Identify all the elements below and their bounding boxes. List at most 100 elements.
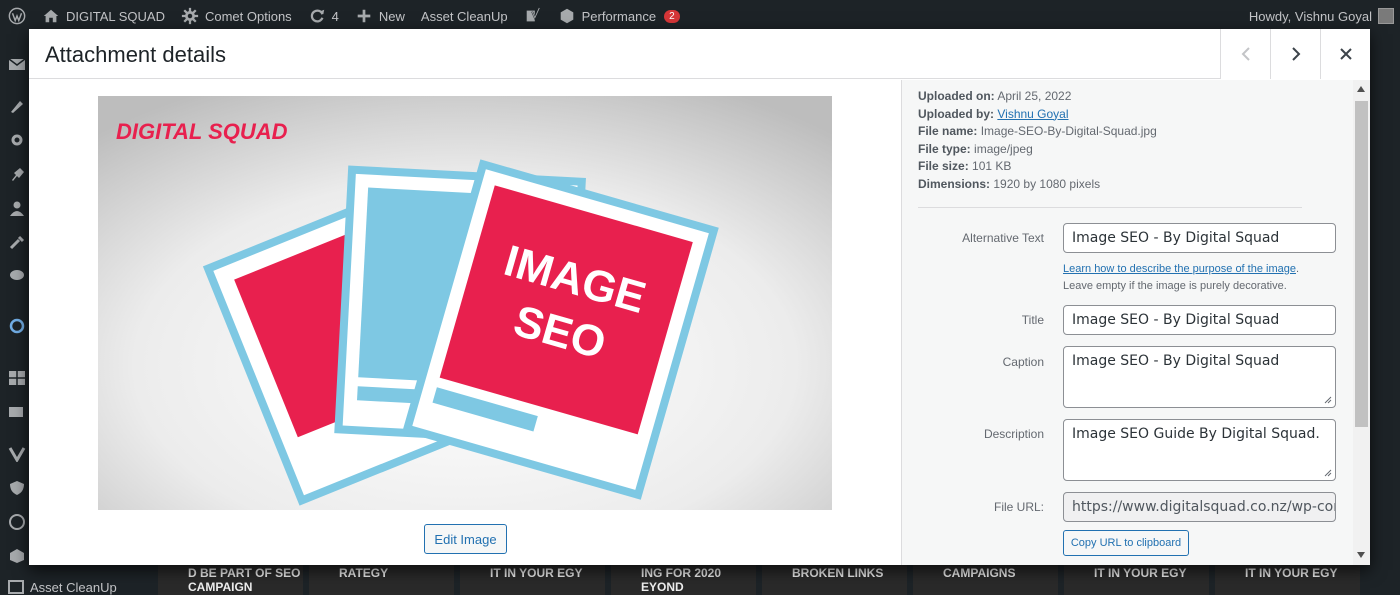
new-content-link[interactable]: New bbox=[347, 0, 413, 32]
media-library-background: D BE PART OF SEO CAMPAIGN RATEGY IT IN Y… bbox=[158, 565, 1400, 595]
comments-icon[interactable] bbox=[8, 268, 26, 284]
media-thumbnail: IT IN YOUR EGY bbox=[1215, 565, 1360, 595]
chevron-left-icon bbox=[1241, 47, 1250, 61]
copy-url-button[interactable]: Copy URL to clipboard bbox=[1063, 530, 1189, 556]
uploaded-on-value: April 25, 2022 bbox=[997, 89, 1072, 103]
file-url-label: File URL: bbox=[993, 500, 1044, 514]
dimensions-row: Dimensions: 1920 by 1080 pixels bbox=[918, 176, 1157, 194]
close-icon bbox=[1339, 48, 1352, 60]
caption-text: Image SEO - By Digital Squad bbox=[1072, 353, 1280, 369]
alt-text-label: Alternative Text bbox=[962, 231, 1044, 245]
alt-text-help-link[interactable]: Learn how to describe the purpose of the… bbox=[1063, 263, 1296, 275]
attachment-info-sidebar: Uploaded on: April 25, 2022 Uploaded by:… bbox=[901, 80, 1370, 565]
updates-count: 4 bbox=[331, 8, 339, 24]
description-textarea[interactable]: Image SEO Guide By Digital Squad. bbox=[1063, 419, 1336, 481]
mail-icon[interactable] bbox=[8, 56, 26, 72]
alt-text-input[interactable]: Image SEO - By Digital Squad bbox=[1063, 223, 1336, 253]
file-name-row: File name: Image-SEO-By-Digital-Squad.jp… bbox=[918, 123, 1157, 141]
cycle-icon[interactable] bbox=[8, 318, 26, 334]
details-divider bbox=[918, 207, 1302, 208]
updates-link[interactable]: 4 bbox=[300, 0, 347, 32]
performance-link[interactable]: Performance 2 bbox=[550, 0, 688, 32]
description-label: Description bbox=[983, 427, 1044, 441]
caption-textarea[interactable]: Image SEO - By Digital Squad bbox=[1063, 346, 1336, 408]
image-brand-text: DIGITAL SQUAD bbox=[116, 119, 288, 144]
alt-text-help-line: Learn how to describe the purpose of the… bbox=[1063, 263, 1300, 275]
asset-cleanup-menu-icon bbox=[8, 580, 24, 594]
file-type-label: File type: bbox=[918, 141, 971, 156]
cube-icon[interactable] bbox=[8, 548, 26, 564]
asset-cleanup-link[interactable]: Asset CleanUp bbox=[413, 0, 516, 32]
file-size-value: 101 KB bbox=[972, 159, 1012, 174]
alt-text-help: Learn how to describe the purpose of the… bbox=[1063, 261, 1299, 295]
my-account-link[interactable]: Howdy, Vishnu Goyal bbox=[1241, 0, 1400, 32]
tools-icon[interactable] bbox=[8, 234, 26, 250]
uploaded-on-row: Uploaded on: April 25, 2022 bbox=[918, 88, 1157, 106]
dimensions-label: Dimensions: bbox=[918, 176, 991, 191]
gear-icon bbox=[181, 7, 199, 25]
media-thumbnail: BROKEN LINKS bbox=[762, 565, 907, 595]
image-preview-area: DIGITAL SQUAD IMAGE SEO Edit Image bbox=[29, 80, 901, 565]
sidebar-item-label: Asset CleanUp bbox=[30, 580, 117, 595]
attachment-image: DIGITAL SQUAD IMAGE SEO bbox=[98, 96, 832, 510]
attachment-details-modal: Attachment details DIGITAL SQUAD IMAGE S… bbox=[29, 29, 1370, 565]
wordpress-icon bbox=[8, 7, 26, 25]
shield-icon[interactable] bbox=[8, 480, 26, 496]
plus-icon bbox=[357, 9, 371, 23]
uploaded-by-link[interactable]: Vishnu Goyal bbox=[997, 107, 1068, 121]
media-thumbnail: D BE PART OF SEO CAMPAIGN bbox=[158, 565, 303, 595]
attachment-image-graphic: DIGITAL SQUAD IMAGE SEO bbox=[98, 96, 832, 510]
dimensions-value: 1920 by 1080 pixels bbox=[993, 176, 1101, 191]
mail-check-icon[interactable] bbox=[8, 404, 26, 420]
resize-handle-icon[interactable] bbox=[1324, 469, 1332, 477]
file-name-label: File name: bbox=[918, 124, 978, 139]
sidebar-scrollbar[interactable] bbox=[1353, 80, 1370, 565]
media-thumbnail: IT IN YOUR EGY bbox=[1064, 565, 1209, 595]
sidebar-item-asset-cleanup[interactable]: Asset CleanUp bbox=[8, 580, 117, 595]
asset-cleanup-label: Asset CleanUp bbox=[420, 8, 508, 24]
next-button[interactable] bbox=[1270, 29, 1320, 79]
file-type-value: image/jpeg bbox=[974, 141, 1033, 156]
plugin-icon[interactable] bbox=[8, 166, 26, 182]
caption-label: Caption bbox=[1002, 355, 1044, 369]
refresh-icon bbox=[310, 9, 324, 23]
resize-handle-icon[interactable] bbox=[1324, 396, 1332, 404]
yoast-icon[interactable] bbox=[8, 446, 26, 462]
chevron-right-icon bbox=[1291, 47, 1300, 61]
performance-label: Performance bbox=[581, 8, 657, 24]
file-name-value: Image-SEO-By-Digital-Squad.jpg bbox=[980, 124, 1157, 139]
uploaded-on-label: Uploaded on: bbox=[918, 89, 995, 103]
comet-options-label: Comet Options bbox=[204, 8, 292, 24]
howdy-text: Howdy, Vishnu Goyal bbox=[1248, 8, 1372, 24]
yoast-icon bbox=[526, 7, 540, 22]
file-url-input[interactable]: https://www.digitalsquad.co.nz/wp-conten… bbox=[1063, 492, 1336, 522]
compass-icon[interactable] bbox=[8, 514, 26, 530]
users-icon[interactable] bbox=[8, 200, 26, 216]
brush-icon[interactable] bbox=[8, 98, 26, 114]
wordpress-logo-button[interactable] bbox=[0, 0, 34, 32]
media-thumbnail: CAMPAIGNS bbox=[913, 565, 1058, 595]
avatar bbox=[1378, 8, 1394, 24]
admin-bar: DIGITAL SQUAD Comet Options 4 New Asset … bbox=[0, 0, 1400, 32]
site-name-link[interactable]: DIGITAL SQUAD bbox=[34, 0, 173, 32]
grid-icon[interactable] bbox=[8, 370, 26, 386]
scroll-down-arrow-icon[interactable] bbox=[1357, 552, 1365, 558]
comet-options-link[interactable]: Comet Options bbox=[173, 0, 300, 32]
site-name: DIGITAL SQUAD bbox=[66, 8, 165, 24]
previous-button[interactable] bbox=[1220, 29, 1270, 79]
scrollbar-thumb[interactable] bbox=[1355, 101, 1368, 427]
alt-text-help-note: Leave empty if the image is purely decor… bbox=[1063, 280, 1287, 292]
uploaded-by-row: Uploaded by: Vishnu Goyal bbox=[918, 106, 1157, 124]
close-button[interactable] bbox=[1320, 29, 1370, 79]
media-thumbnail: RATEGY bbox=[309, 565, 454, 595]
file-size-row: File size: 101 KB bbox=[918, 158, 1157, 176]
file-details: Uploaded on: April 25, 2022 Uploaded by:… bbox=[918, 88, 1157, 194]
gear-icon[interactable] bbox=[8, 132, 26, 148]
title-input[interactable]: Image SEO - By Digital Squad bbox=[1063, 305, 1336, 335]
edit-image-button[interactable]: Edit Image bbox=[424, 524, 507, 554]
new-label: New bbox=[378, 8, 405, 24]
admin-side-menu bbox=[0, 32, 30, 595]
yoast-seo-link[interactable] bbox=[516, 0, 550, 32]
modal-title: Attachment details bbox=[45, 42, 226, 67]
scroll-up-arrow-icon[interactable] bbox=[1357, 86, 1365, 92]
